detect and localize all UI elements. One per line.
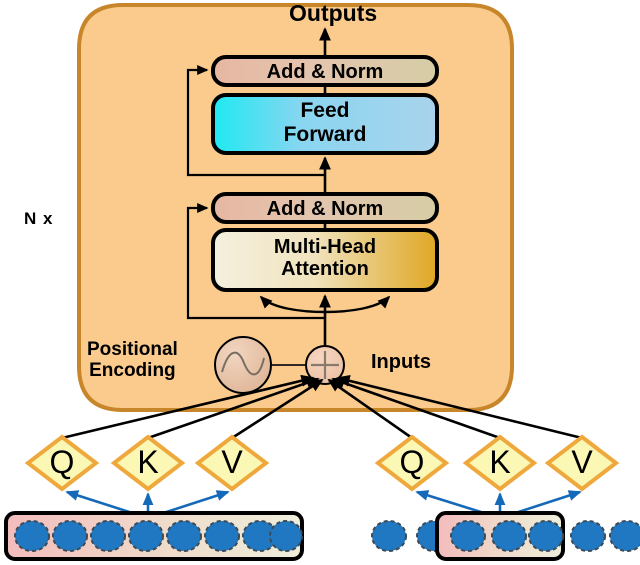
diamond-left-q[interactable] — [24, 434, 100, 492]
add-norm-bottom-block[interactable] — [211, 192, 439, 224]
feed-forward-block[interactable] — [211, 93, 439, 155]
right-token-circles-inside — [450, 520, 564, 552]
token-circle — [14, 520, 50, 552]
diamond-left-v[interactable] — [194, 434, 270, 492]
diamond-left-k[interactable] — [110, 434, 186, 492]
diagram-vector-layer — [4, 3, 640, 561]
positional-encoding-label-line2: Encoding — [89, 359, 176, 381]
token-circle — [371, 520, 407, 552]
token-circle — [528, 520, 564, 552]
positional-encoding-label: Positional Encoding — [87, 339, 178, 381]
right-token-circles-outside-right — [570, 520, 640, 552]
diagram-canvas: Outputs N x Add & Norm Feed Forward Add … — [0, 0, 640, 565]
token-circle — [128, 520, 164, 552]
diamond-right-k[interactable] — [462, 434, 538, 492]
diamond-right-q[interactable] — [374, 434, 450, 492]
inputs-label: Inputs — [371, 351, 431, 373]
positional-encoding-label-line1: Positional — [87, 339, 178, 360]
token-circle — [204, 520, 240, 552]
token-circle — [90, 520, 126, 552]
outputs-label: Outputs — [289, 0, 378, 26]
token-circle — [491, 520, 527, 552]
token-circle — [450, 520, 486, 552]
add-norm-top-block[interactable] — [211, 55, 439, 87]
qkv-diamonds-right — [374, 434, 620, 492]
token-circle — [609, 520, 640, 552]
token-circle — [166, 520, 202, 552]
diamond-right-v[interactable] — [544, 434, 620, 492]
repeat-count-label: N x — [24, 209, 54, 228]
token-circle — [570, 520, 606, 552]
qkv-diamonds-left — [24, 434, 270, 492]
token-circle — [269, 520, 303, 552]
token-circle — [52, 520, 88, 552]
multi-head-attention-block[interactable] — [211, 228, 439, 292]
